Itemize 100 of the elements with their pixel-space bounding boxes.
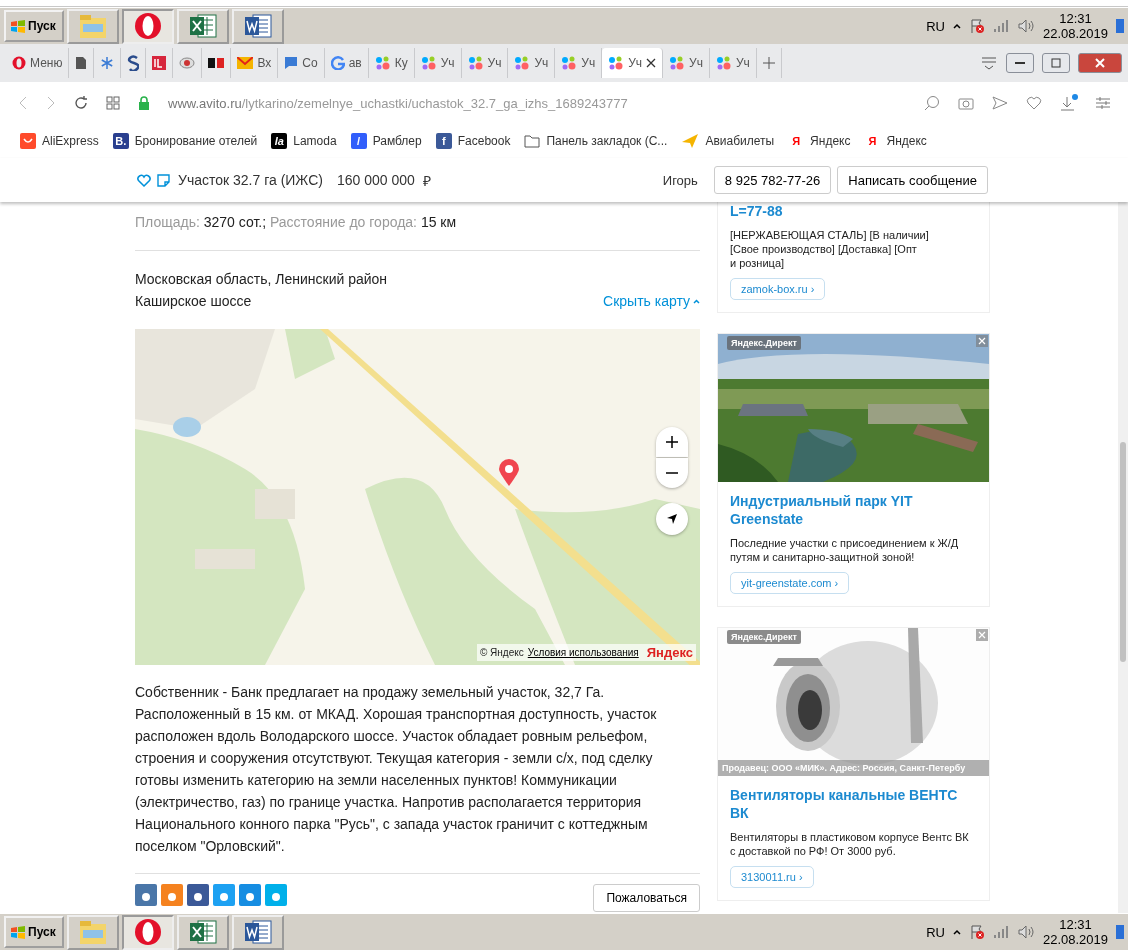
ad-text: Вентиляторы в пластиковом корпусе Вентс ВК с доставкой по РФ! От 3000 руб. <box>730 830 970 858</box>
maximize-icon <box>1051 58 1061 68</box>
minimize-button[interactable] <box>1006 53 1034 73</box>
ad-title[interactable]: Индустриальный парк YIT Greenstate <box>730 492 977 528</box>
start-button[interactable]: Пуск <box>4 10 64 42</box>
ad-caption: Продавец: ООО «МИК». Адрес: Россия, Санкт-Петербу <box>718 760 989 776</box>
seller-name: Игорь <box>662 172 698 188</box>
browser-tab[interactable]: Уч <box>663 48 710 78</box>
lamoda-logo-icon: la <box>271 133 288 149</box>
dots-icon <box>715 56 732 70</box>
taskbar-app-button[interactable] <box>121 8 174 44</box>
flag-icon <box>968 18 985 34</box>
minus-icon <box>666 472 678 474</box>
bookmark-link[interactable]: B. Бронирование отелей <box>112 133 258 149</box>
download-icon[interactable] <box>1060 94 1078 112</box>
tab-menu-icon[interactable] <box>980 56 998 70</box>
bookmark-link[interactable]: la Lamoda <box>271 133 337 149</box>
note-icon[interactable] <box>157 173 170 187</box>
yandex-logo-icon: Я <box>864 133 881 149</box>
browser-tab[interactable]: Уч <box>508 48 556 78</box>
document-icon <box>242 918 273 946</box>
search-icon[interactable] <box>924 95 940 111</box>
zoom-out-button[interactable] <box>656 458 688 488</box>
mail-share-icon[interactable] <box>239 884 261 906</box>
reload-icon[interactable] <box>74 96 88 110</box>
ad-link[interactable]: 3130011.ru › <box>730 866 814 888</box>
bookmark-link[interactable]: f Facebook <box>435 133 511 149</box>
twitter-share-icon[interactable] <box>213 884 235 906</box>
browser-tab[interactable]: Ку <box>368 48 415 78</box>
ad-text: Последние участки с присоединением к Ж/Д путям и санитарно-защитной зоной! <box>730 536 960 564</box>
back-icon[interactable] <box>18 96 28 110</box>
taskbar-app-button[interactable] <box>231 8 284 44</box>
bookmark-link[interactable]: Я Яндекс <box>788 133 851 149</box>
ad-label: Яндекс.Директ <box>727 336 801 350</box>
folder-icon <box>524 134 541 148</box>
browser-tab[interactable]: Со <box>278 48 325 78</box>
message-button[interactable]: Написать сообщение <box>837 166 988 194</box>
close-window-button[interactable] <box>1078 53 1122 73</box>
plus-icon <box>666 436 678 448</box>
taskbar-app-button[interactable] <box>121 914 174 950</box>
language-indicator[interactable]: RU <box>926 18 945 34</box>
bookmark-link[interactable]: Авиабилеты <box>681 133 775 149</box>
browser-tab[interactable]: Уч <box>461 48 509 78</box>
zoom-in-button[interactable] <box>656 427 688 457</box>
vk-share-icon[interactable] <box>135 884 157 906</box>
facebook-share-icon[interactable] <box>187 884 209 906</box>
ad-link[interactable]: zamok-box.ru › <box>730 278 826 300</box>
camera-icon[interactable] <box>958 96 974 110</box>
terms-link[interactable]: Условия использования <box>527 647 639 658</box>
settings-sliders-icon[interactable] <box>1096 96 1110 110</box>
lj-share-icon[interactable] <box>265 884 287 906</box>
flag-icon <box>968 924 985 940</box>
scrollbar-thumb[interactable] <box>1120 442 1126 662</box>
taskbar-app-button[interactable] <box>231 914 284 950</box>
address-text: Московская область, Ленинский район <box>135 271 389 287</box>
airplane-icon <box>681 133 700 149</box>
bookmark-link[interactable]: AliExpress <box>20 133 99 149</box>
dots-icon <box>669 56 686 70</box>
maximize-button[interactable] <box>1042 53 1070 73</box>
snowflake-icon <box>100 56 115 70</box>
bookmark-link[interactable]: / Рамблер <box>350 133 422 149</box>
document-icon <box>242 12 273 40</box>
taskbar-app-button[interactable] <box>176 8 229 44</box>
browser-tab[interactable]: Уч <box>414 48 462 78</box>
phone-button[interactable]: 8 925 782-77-26 <box>713 166 832 194</box>
taskbar-app-button[interactable] <box>176 914 229 950</box>
dots-icon <box>561 56 578 70</box>
yandex-logo-icon: Я <box>788 133 805 149</box>
url-field[interactable]: www.avito.ru/lytkarino/zemelnye_uchastki/uchastok_32.7_ga_izhs_1689243777 <box>168 95 906 111</box>
browser-tab[interactable]: Уч <box>709 48 757 78</box>
chevron-up-icon <box>952 23 961 29</box>
clock-date: 22.08.2019 <box>1042 932 1108 947</box>
close-icon[interactable] <box>646 58 657 68</box>
start-button[interactable]: Пуск <box>4 916 64 948</box>
close-button[interactable] <box>976 629 988 641</box>
menu-button[interactable]: Меню <box>6 48 70 78</box>
send-icon[interactable] <box>992 96 1008 110</box>
language-indicator[interactable]: RU <box>926 924 945 940</box>
ad-title[interactable]: L=77-88 <box>730 202 977 220</box>
chevron-up-icon <box>952 929 961 935</box>
close-button[interactable] <box>976 335 988 347</box>
browser-tab[interactable]: Уч <box>602 48 664 78</box>
ad-title[interactable]: Вентиляторы канальные ВЕНТС ВК <box>730 786 977 822</box>
browser-tab[interactable]: Вх <box>231 48 279 78</box>
lock-icon <box>138 96 150 110</box>
heart-icon[interactable] <box>137 173 151 187</box>
complaint-button[interactable]: Пожаловаться <box>593 884 700 912</box>
grid-icon[interactable] <box>106 96 120 110</box>
heart-icon[interactable] <box>1026 96 1042 110</box>
hide-map-link[interactable]: Скрыть карту <box>603 293 700 309</box>
listing-params: Площадь: 3270 сот.; Расстояние до города: 15 км <box>135 202 700 251</box>
browser-tab[interactable]: ав <box>324 48 369 78</box>
currency-sign: ₽ <box>422 171 431 190</box>
forward-icon[interactable] <box>46 96 56 110</box>
bookmark-link[interactable]: Я Яндекс <box>864 133 927 149</box>
facebook-logo-icon: f <box>435 133 452 149</box>
plus-icon <box>762 57 775 69</box>
ad-link[interactable]: yit-greenstate.com › <box>730 572 850 594</box>
chat-bubble-icon <box>284 56 299 70</box>
bookmark-link[interactable]: Панель закладок (С... <box>524 134 668 148</box>
